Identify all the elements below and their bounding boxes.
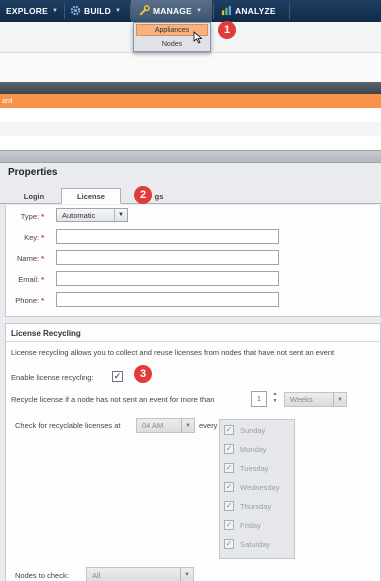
chevron-down-icon: ▼ <box>333 393 346 406</box>
check-icon: ✓ <box>113 371 122 381</box>
recycle-threshold-label: Recycle license if a node has not sent a… <box>11 395 215 404</box>
recycle-unit-value: Weeks <box>290 395 313 404</box>
chevron-down-icon: ▼ <box>52 8 59 14</box>
name-input[interactable] <box>56 250 279 265</box>
tab-settings[interactable]: gs <box>150 188 168 204</box>
type-select[interactable]: Automatic ▼ <box>56 208 128 222</box>
panel-title: Properties <box>8 167 58 178</box>
weekday-list: ✓ Sunday ✓ Monday ✓ Tuesday ✓ Wednesday … <box>219 419 295 559</box>
type-select-value: Automatic <box>62 210 96 220</box>
check-time-label: Check for recyclable licenses at <box>15 421 121 430</box>
nav-build-label: BUILD <box>84 6 111 16</box>
weekday-label: Saturday <box>240 539 271 549</box>
nodes-to-check-select[interactable]: All ▼ <box>86 567 194 581</box>
chevron-down-icon: ▼ <box>114 209 127 221</box>
enable-recycling-label: Enable license recycling: <box>11 373 94 382</box>
weekday-label: Sunday <box>240 425 266 435</box>
table-row[interactable] <box>0 122 381 136</box>
nav-build[interactable]: BUILD ▼ <box>70 0 121 22</box>
check-icon: ✓ <box>224 425 234 435</box>
nav-analyze[interactable]: ANALYZE <box>221 0 276 22</box>
bar-chart-icon <box>221 5 232 18</box>
license-form: Type: * Automatic ▼ Key: * Name: * Email: * … <box>5 205 381 317</box>
check-time-value: 04 AM <box>142 421 164 430</box>
weekday-item-saturday[interactable]: ✓ Saturday <box>224 538 270 550</box>
chevron-down-icon: ▼ <box>181 419 194 432</box>
mouse-cursor-icon <box>193 31 203 46</box>
recycle-threshold-input[interactable]: 1 <box>251 391 267 407</box>
nav-manage-label: MANAGE <box>153 6 192 16</box>
name-label: Name: * <box>16 254 44 263</box>
recycling-description: License recycling allows you to collect … <box>11 348 335 357</box>
check-time-select[interactable]: 04 AM ▼ <box>136 418 195 433</box>
weekday-item-friday[interactable]: ✓ Friday <box>224 519 261 531</box>
nav-manage[interactable]: MANAGE ▼ <box>131 0 212 22</box>
stepper-arrows-icon[interactable]: ▲ ▼ <box>270 391 280 407</box>
check-icon: ✓ <box>224 520 234 530</box>
tab-login[interactable]: Login <box>12 188 56 204</box>
tab-license[interactable]: License <box>61 188 121 204</box>
weekday-item-tuesday[interactable]: ✓ Tuesday <box>224 462 269 474</box>
email-label: Email: * <box>18 275 44 284</box>
nav-analyze-label: ANALYZE <box>235 6 276 16</box>
phone-label: Phone: * <box>15 296 44 305</box>
content-area <box>0 52 381 82</box>
splitter-handle[interactable] <box>0 150 381 162</box>
every-label: every <box>199 421 218 430</box>
top-navbar: EXPLORE ▼ BUILD ▼ MANAGE ▼ ANALYZE <box>0 0 381 22</box>
nav-explore[interactable]: EXPLORE ▼ <box>6 0 58 22</box>
enable-recycling-checkbox[interactable]: ✓ <box>112 371 123 382</box>
weekday-label: Monday <box>240 444 267 454</box>
weekday-item-monday[interactable]: ✓ Monday <box>224 443 267 455</box>
check-icon: ✓ <box>224 444 234 454</box>
chevron-down-icon: ▼ <box>180 568 193 581</box>
wrench-icon <box>139 4 150 18</box>
selected-table-row[interactable]: ard <box>0 94 381 108</box>
nodes-to-check-label: Nodes to check: <box>15 571 69 580</box>
section-title: License Recycling <box>11 329 81 338</box>
weekday-label: Wednesday <box>240 482 280 492</box>
license-recycling-section: License Recycling License recycling allo… <box>5 323 381 581</box>
email-input[interactable] <box>56 271 279 286</box>
row-text: ard <box>2 97 13 105</box>
section-header: License Recycling <box>6 324 381 342</box>
callout-badge-3: 3 <box>134 365 152 383</box>
weekday-label: Friday <box>240 520 261 530</box>
table-row[interactable] <box>0 136 381 150</box>
tab-bar: Login License gs <box>0 185 381 204</box>
properties-panel: Properties Login License gs 2 Type: * Aut… <box>0 162 381 581</box>
key-label: Key: * <box>24 233 44 242</box>
chevron-down-icon: ▼ <box>195 8 203 14</box>
callout-badge-1: 1 <box>218 21 236 39</box>
recycle-unit-select[interactable]: Weeks ▼ <box>284 392 347 407</box>
weekday-item-wednesday[interactable]: ✓ Wednesday <box>224 481 279 493</box>
nav-explore-label: EXPLORE <box>6 6 49 16</box>
gear-icon <box>70 5 81 18</box>
callout-badge-2: 2 <box>134 186 152 204</box>
key-input[interactable] <box>56 229 279 244</box>
nodes-to-check-value: All <box>92 570 101 580</box>
phone-input[interactable] <box>56 292 279 307</box>
check-icon: ✓ <box>224 539 234 549</box>
type-label: Type: * <box>20 212 44 221</box>
check-icon: ✓ <box>224 501 234 511</box>
table-row[interactable] <box>0 108 381 122</box>
check-icon: ✓ <box>224 482 234 492</box>
table-header <box>0 82 381 94</box>
weekday-item-sunday[interactable]: ✓ Sunday <box>224 424 265 436</box>
chevron-down-icon: ▼ <box>114 8 122 14</box>
weekday-label: Tuesday <box>240 463 269 473</box>
weekday-label: Thursday <box>240 501 272 511</box>
weekday-item-thursday[interactable]: ✓ Thursday <box>224 500 271 512</box>
check-icon: ✓ <box>224 463 234 473</box>
